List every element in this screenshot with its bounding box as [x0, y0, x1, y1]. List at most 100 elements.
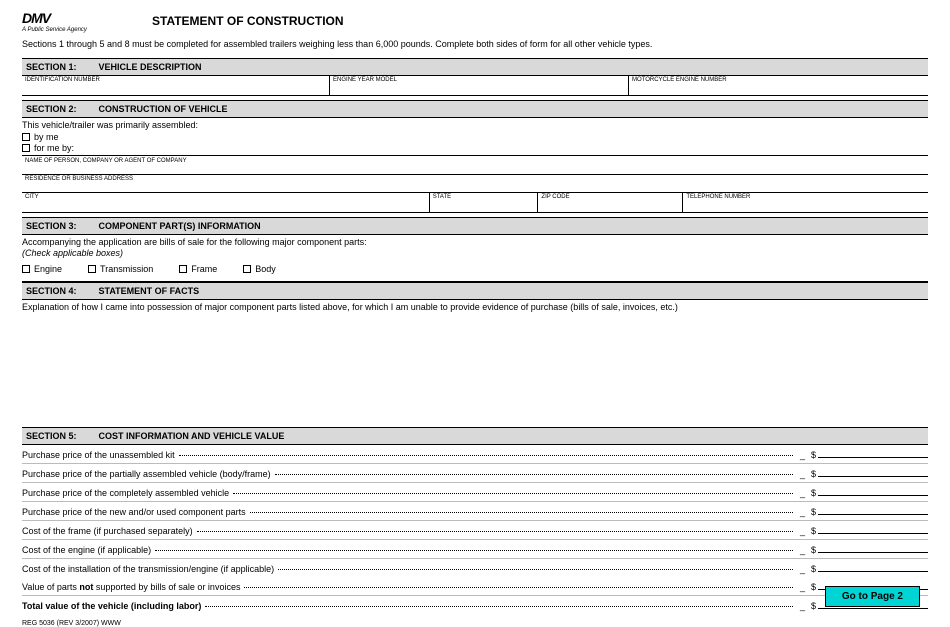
underscore: _: [800, 582, 805, 592]
section2-num: SECTION 2:: [26, 104, 96, 114]
dollar-sign: $: [811, 488, 816, 498]
leader-dots: [197, 531, 793, 532]
dmv-logo: DMV A Public Service Agency: [22, 10, 152, 33]
amount-field[interactable]: [818, 467, 928, 477]
cost-line: Cost of the frame (if purchased separate…: [22, 521, 928, 540]
underscore: _: [800, 469, 805, 479]
form-header: DMV A Public Service Agency STATEMENT OF…: [22, 10, 928, 33]
section4-title: STATEMENT OF FACTS: [99, 286, 200, 296]
dollar-sign: $: [811, 582, 816, 592]
form-footer: REG 5036 (REV 3/2007) WWW: [22, 620, 928, 627]
section3-sub: (Check applicable boxes): [22, 248, 928, 259]
frame-checkbox[interactable]: [179, 265, 187, 273]
transmission-checkbox[interactable]: [88, 265, 96, 273]
for-me-row: for me by:: [22, 143, 928, 156]
by-me-row: by me: [22, 132, 928, 142]
transmission-label: Transmission: [100, 264, 153, 274]
section4-bar: SECTION 4: STATEMENT OF FACTS: [22, 282, 928, 300]
underscore: _: [800, 526, 805, 536]
section5-title: COST INFORMATION AND VEHICLE VALUE: [99, 431, 285, 441]
city-field[interactable]: CITY: [22, 193, 430, 212]
engine-year-model-field[interactable]: ENGINE YEAR MODEL: [330, 76, 629, 95]
cost-line-not: Value of parts not supported by bills of…: [22, 577, 928, 596]
motorcycle-engine-field[interactable]: MOTORCYCLE ENGINE NUMBER: [629, 76, 928, 95]
leader-dots: [278, 569, 793, 570]
section3-lead: Accompanying the application are bills o…: [22, 235, 928, 248]
dollar-sign: $: [811, 469, 816, 479]
by-me-label: by me: [34, 132, 59, 142]
engine-label: Engine: [34, 264, 62, 274]
dollar-sign: $: [811, 564, 816, 574]
underscore: _: [800, 450, 805, 460]
body-checkbox[interactable]: [243, 265, 251, 273]
underscore: _: [800, 507, 805, 517]
leader-dots: [250, 512, 793, 513]
form-title: STATEMENT OF CONSTRUCTION: [152, 14, 344, 28]
state-field[interactable]: STATE: [430, 193, 539, 212]
phone-field[interactable]: TELEPHONE NUMBER: [683, 193, 928, 212]
zip-field[interactable]: ZIP CODE: [538, 193, 683, 212]
section2-lead: This vehicle/trailer was primarily assem…: [22, 118, 928, 131]
for-me-label: for me by:: [34, 143, 74, 153]
by-me-checkbox[interactable]: [22, 133, 30, 141]
section5-num: SECTION 5:: [26, 431, 96, 441]
amount-field[interactable]: [818, 524, 928, 534]
amount-field[interactable]: [818, 562, 928, 572]
amount-field[interactable]: [818, 543, 928, 553]
leader-dots: [205, 606, 793, 607]
go-to-page-2-button[interactable]: Go to Page 2: [825, 586, 920, 607]
component-checkboxes: Engine Transmission Frame Body: [22, 259, 928, 282]
section2-title: CONSTRUCTION OF VEHICLE: [99, 104, 228, 114]
leader-dots: [244, 587, 793, 588]
cost-label: Purchase price of the completely assembl…: [22, 488, 229, 498]
frame-label: Frame: [191, 264, 217, 274]
section5-bar: SECTION 5: COST INFORMATION AND VEHICLE …: [22, 427, 928, 445]
city-state-row: CITY STATE ZIP CODE TELEPHONE NUMBER: [22, 193, 928, 213]
underscore: _: [800, 545, 805, 555]
cost-line: Purchase price of the new and/or used co…: [22, 502, 928, 521]
underscore: _: [800, 601, 805, 611]
dollar-sign: $: [811, 507, 816, 517]
section3-bar: SECTION 3: COMPONENT PART(S) INFORMATION: [22, 217, 928, 235]
cost-label: Cost of the frame (if purchased separate…: [22, 526, 193, 536]
section3-num: SECTION 3:: [26, 221, 96, 231]
section2-bar: SECTION 2: CONSTRUCTION OF VEHICLE: [22, 100, 928, 118]
underscore: _: [800, 564, 805, 574]
cost-label: Cost of the installation of the transmis…: [22, 564, 274, 574]
id-number-field[interactable]: IDENTIFICATION NUMBER: [22, 76, 330, 95]
section1-num: SECTION 1:: [26, 62, 96, 72]
intro-text: Sections 1 through 5 and 8 must be compl…: [22, 39, 928, 50]
dollar-sign: $: [811, 601, 816, 611]
leader-dots: [155, 550, 793, 551]
section3-title: COMPONENT PART(S) INFORMATION: [99, 221, 261, 231]
cost-label-not: Value of parts not supported by bills of…: [22, 582, 240, 592]
amount-field[interactable]: [818, 505, 928, 515]
leader-dots: [179, 455, 793, 456]
cost-label: Purchase price of the new and/or used co…: [22, 507, 246, 517]
amount-field[interactable]: [818, 448, 928, 458]
section1-bar: SECTION 1: VEHICLE DESCRIPTION: [22, 58, 928, 76]
engine-checkbox[interactable]: [22, 265, 30, 273]
body-label: Body: [255, 264, 276, 274]
cost-line: Purchase price of the completely assembl…: [22, 483, 928, 502]
dollar-sign: $: [811, 545, 816, 555]
section1-title: VEHICLE DESCRIPTION: [99, 62, 202, 72]
cost-label: Cost of the engine (if applicable): [22, 545, 151, 555]
for-me-checkbox[interactable]: [22, 144, 30, 152]
leader-dots: [275, 474, 793, 475]
cost-lines-container: Purchase price of the unassembled kit _ $ P…: [22, 445, 928, 577]
underscore: _: [800, 488, 805, 498]
cost-label: Purchase price of the unassembled kit: [22, 450, 175, 460]
logo-sub: A Public Service Agency: [22, 27, 152, 33]
cost-label: Purchase price of the partially assemble…: [22, 469, 271, 479]
address-field[interactable]: RESIDENCE OR BUSINESS ADDRESS: [22, 175, 928, 193]
section4-text: Explanation of how I came into possessio…: [22, 300, 928, 314]
cost-line: Purchase price of the partially assemble…: [22, 464, 928, 483]
cost-line: Cost of the engine (if applicable) _ $: [22, 540, 928, 559]
cost-line: Purchase price of the unassembled kit_$: [22, 445, 928, 464]
name-field[interactable]: NAME OF PERSON, COMPANY OR AGENT OF COMP…: [22, 157, 928, 175]
amount-field[interactable]: [818, 486, 928, 496]
section4-num: SECTION 4:: [26, 286, 96, 296]
dollar-sign: $: [811, 526, 816, 536]
leader-dots: [233, 493, 793, 494]
